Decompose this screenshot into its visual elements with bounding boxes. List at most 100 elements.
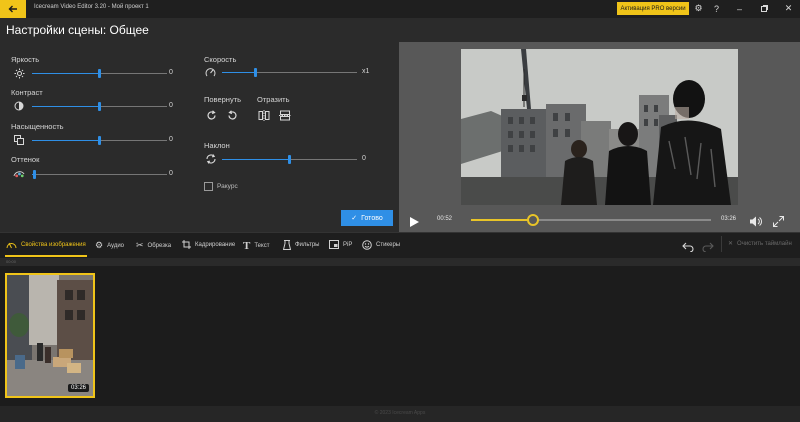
back-arrow-icon (8, 5, 17, 13)
hue-value: 0 (169, 170, 173, 177)
saturation-thumb[interactable] (98, 136, 101, 145)
active-tab-indicator (5, 255, 87, 257)
rotate-right-icon[interactable] (205, 109, 217, 121)
gear-icon[interactable]: ⚙ (692, 2, 705, 15)
contrast-thumb[interactable] (98, 102, 101, 111)
footer-text: © 2023 Icecream Apps (374, 410, 426, 416)
brightness-thumb[interactable] (98, 69, 101, 78)
tilt-icon (205, 153, 217, 165)
speed-value: x1 (362, 68, 370, 75)
video-image (461, 49, 738, 205)
minimize-icon[interactable]: – (733, 2, 746, 15)
divider (721, 236, 722, 252)
scene-header: Настройки сцены: Общее (0, 18, 800, 42)
redo-icon[interactable] (702, 239, 714, 257)
saturation-label: Насыщенность (11, 122, 64, 131)
audio-gear-icon: ⚙ (95, 240, 104, 250)
page-title: Настройки сцены: Общее (6, 23, 149, 37)
flip-vertical-icon[interactable] (279, 109, 291, 121)
mirror-checkbox[interactable] (204, 182, 213, 191)
saturation-value: 0 (169, 136, 173, 143)
speed-icon (204, 66, 216, 78)
apply-button[interactable]: ✓ Готово (341, 210, 393, 226)
tilt-label: Наклон (204, 141, 230, 150)
contrast-label: Контраст (11, 88, 43, 97)
sticker-icon (362, 240, 372, 250)
close-icon[interactable]: ✕ (782, 2, 795, 15)
timeline-ruler: 00:00 (0, 258, 800, 266)
tab-image-properties[interactable]: Свойства изображения (6, 240, 86, 249)
saturation-slider[interactable] (32, 136, 167, 145)
activate-pro-button[interactable]: Активация PRO версии (617, 2, 689, 15)
hue-slider[interactable] (32, 170, 167, 179)
sun-icon (13, 67, 25, 79)
title-bar: Icecream Video Editor 3.20 - Мой проект … (0, 0, 800, 18)
clip-duration: 03:26 (67, 384, 89, 392)
tab-label: Фильтры (295, 242, 320, 248)
clear-timeline-label: Очистить таймлайн (737, 240, 792, 247)
help-icon[interactable]: ? (710, 2, 723, 15)
rotate-left-icon[interactable] (226, 109, 238, 121)
image-props-icon (6, 242, 17, 249)
tab-trim[interactable]: ✂ Обрезка (136, 240, 171, 251)
saturation-icon (13, 134, 25, 146)
tab-filters[interactable]: Фильтры (283, 240, 319, 250)
tilt-thumb[interactable] (288, 155, 291, 164)
hue-thumb[interactable] (33, 170, 37, 179)
contrast-icon (13, 100, 25, 112)
clear-timeline-button[interactable]: ✕ Очистить таймлайн (728, 240, 792, 248)
apply-label: Готово (361, 214, 383, 222)
scissors-icon: ✂ (136, 240, 144, 250)
tilt-value: 0 (362, 155, 366, 162)
hue-label: Оттенок (11, 155, 40, 164)
clip-thumbnail (7, 275, 93, 396)
flip-label: Отразить (257, 95, 290, 104)
pip-icon (329, 240, 339, 249)
tab-pip[interactable]: PiP (329, 240, 352, 249)
rotate-label: Повернуть (204, 95, 242, 104)
tab-text[interactable]: T Текст (243, 240, 269, 252)
timeline-clip[interactable]: 03:26 (5, 273, 95, 398)
contrast-value: 0 (169, 102, 173, 109)
speed-slider[interactable] (222, 68, 357, 77)
speed-label: Скорость (204, 55, 237, 64)
play-icon[interactable] (410, 214, 419, 232)
flip-horizontal-icon[interactable] (258, 109, 270, 121)
tab-stickers[interactable]: Стикеры (362, 240, 400, 250)
tilt-slider[interactable] (222, 155, 357, 164)
scene-settings-panel: Яркость 0 Контраст 0 Насыщенность 0 Отте… (0, 42, 399, 232)
undo-icon[interactable] (682, 239, 694, 257)
back-button[interactable] (0, 0, 26, 18)
volume-icon[interactable] (750, 214, 762, 232)
video-frame[interactable] (461, 49, 738, 205)
player-controls: 00:52 03:26 (399, 208, 800, 232)
tab-label: Стикеры (376, 242, 401, 248)
fullscreen-icon[interactable] (773, 214, 784, 232)
ruler-mark: 00:00 (6, 259, 17, 264)
mirror-label: Ракурс (217, 183, 238, 190)
seek-progress (471, 219, 534, 221)
tab-label: Аудио (107, 242, 125, 249)
tab-label: Свойства изображения (21, 241, 86, 248)
app-title: Icecream Video Editor 3.20 - Мой проект … (34, 4, 149, 10)
seek-handle[interactable] (527, 214, 540, 226)
filter-icon (283, 240, 291, 250)
tab-audio[interactable]: ⚙ Аудио (95, 240, 124, 251)
tab-label: Обрезка (147, 242, 172, 249)
maximize-icon[interactable] (758, 2, 771, 15)
edit-tabs-bar: Свойства изображения ⚙ Аудио ✂ Обрезка К… (0, 232, 800, 257)
contrast-slider[interactable] (32, 102, 167, 111)
seek-bar[interactable] (471, 214, 711, 226)
current-time: 00:52 (437, 216, 453, 222)
tab-crop[interactable]: Кадрирование (182, 240, 235, 249)
text-icon: T (243, 240, 251, 252)
speed-thumb[interactable] (254, 68, 258, 77)
timeline: 03:26 (0, 266, 800, 406)
tab-label: PiP (343, 241, 353, 248)
total-time: 03:26 (721, 216, 737, 222)
video-preview-panel: 00:52 03:26 (399, 42, 800, 232)
brightness-value: 0 (169, 69, 173, 76)
tab-label: Текст (254, 243, 270, 249)
brightness-slider[interactable] (32, 69, 167, 78)
tab-label: Кадрирование (195, 241, 236, 248)
